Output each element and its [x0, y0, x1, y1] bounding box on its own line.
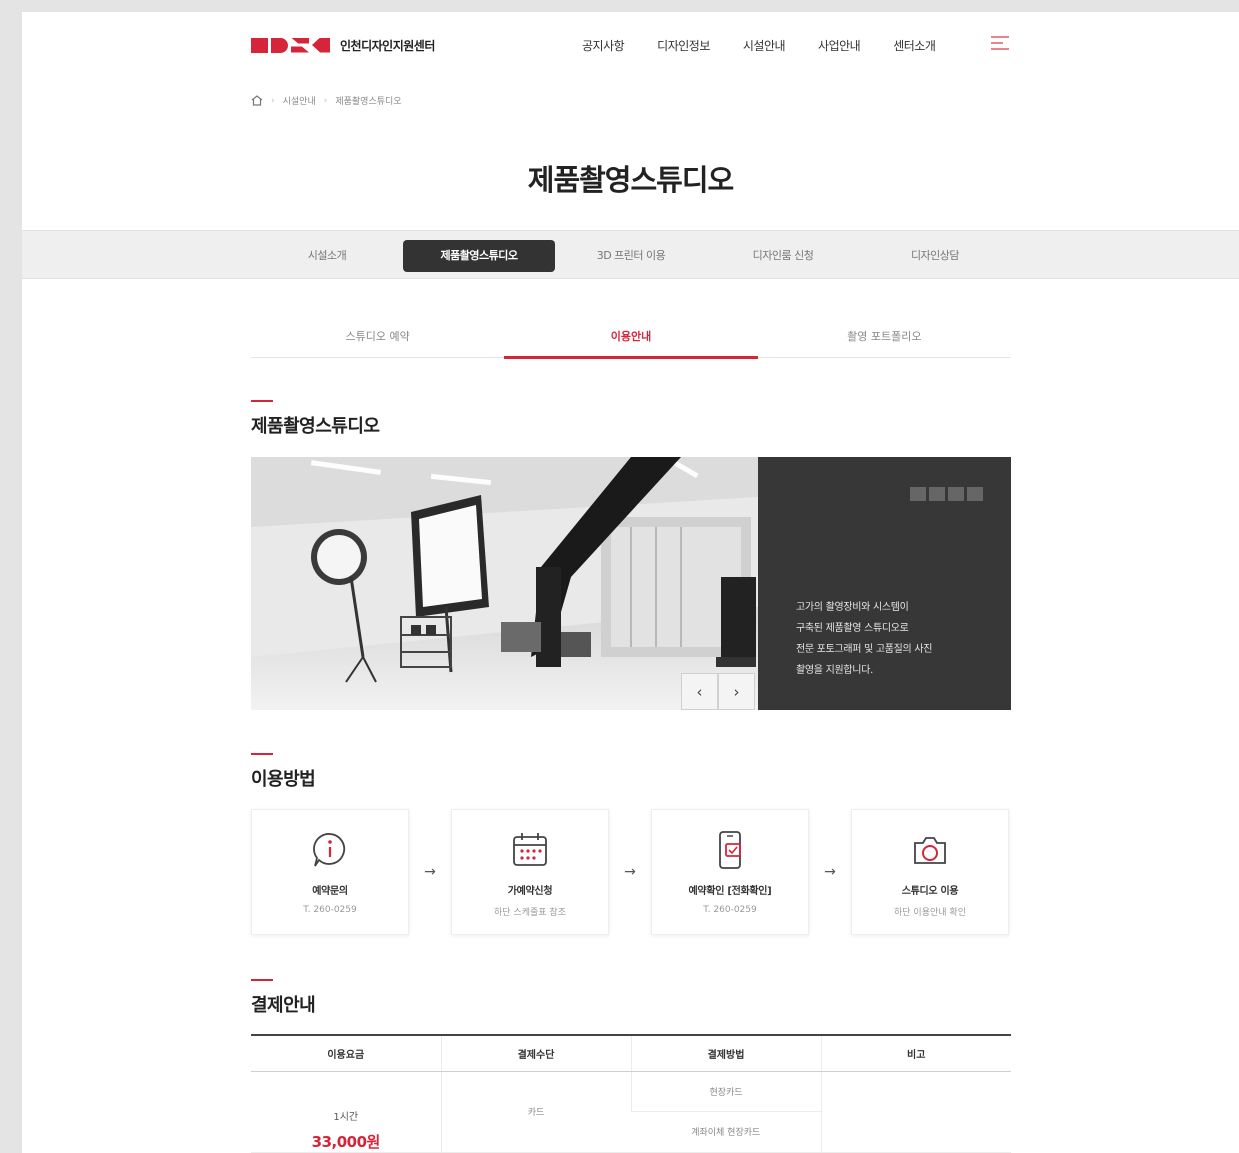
main-nav: 공지사항 디자인정보 시설안내 사업안내 센터소개: [582, 37, 936, 54]
step-desc: 하단 이용안내 확인: [894, 908, 966, 918]
table-header: 이용요금: [251, 1034, 441, 1072]
hamburger-menu-icon[interactable]: [991, 36, 1009, 52]
studio-description-line: 촬영을 지원합니다.: [796, 665, 873, 676]
table-row: 1시간 33,000원 카드 현장카드: [251, 1071, 1011, 1153]
studio-slider: ‹ › 고가의 촬영장비와 시스템이 구축된 제품촬영 스튜디오로 전문 포토그…: [251, 457, 1011, 710]
home-icon[interactable]: [251, 95, 263, 106]
studio-description-line: 구축된 제품촬영 스튜디오로: [796, 623, 909, 634]
camera-icon: [914, 837, 946, 864]
section-title-payment: 결제안내: [251, 979, 1011, 1017]
tab-product-studio[interactable]: 제품촬영스튜디오: [403, 240, 555, 272]
step-title: 가예약신청: [507, 886, 553, 897]
studio-photo: ‹ ›: [251, 457, 758, 710]
breadcrumb-current: 제품촬영스튜디오: [335, 97, 402, 107]
logo-mark: [251, 37, 330, 53]
breadcrumb-separator: ›: [323, 95, 328, 106]
subtab-usage-guide[interactable]: 이용안내: [504, 326, 758, 359]
table-header: 결제수단: [440, 1034, 631, 1072]
slider-next-button[interactable]: ›: [718, 673, 755, 710]
step-card: 예약문의 T. 260-0259: [251, 809, 409, 935]
step-title: 예약확인 [전화확인]: [688, 886, 772, 897]
step-desc: 하단 스케줄표 참조: [494, 908, 566, 918]
slider-prev-button[interactable]: ‹: [681, 673, 718, 710]
nav-item-business[interactable]: 사업안내: [818, 37, 861, 54]
nav-item-design-info[interactable]: 디자인정보: [657, 37, 710, 54]
step-desc: T. 260-0259: [303, 905, 357, 915]
payment-method-cell: 계좌이체 현장카드: [631, 1111, 821, 1153]
fee-cell: 1시간 33,000원: [251, 1071, 441, 1153]
breadcrumb: › 시설안내 › 제품촬영스튜디오: [251, 94, 1011, 107]
info-chat-icon: [313, 833, 346, 867]
nav-item-facilities[interactable]: 시설안내: [743, 37, 786, 54]
step-card: 가예약신청 하단 스케줄표 참조: [451, 809, 609, 935]
table-header: 비고: [820, 1034, 1011, 1072]
sub-tabs: 스튜디오 예약 이용안내 촬영 포트폴리오: [251, 326, 1011, 359]
studio-info-panel: 고가의 촬영장비와 시스템이 구축된 제품촬영 스튜디오로 전문 포토그래퍼 및…: [758, 457, 1011, 710]
payment-means-cell: 카드: [440, 1071, 631, 1153]
breadcrumb-separator: ›: [271, 95, 275, 106]
page-title: 제품촬영스튜디오: [527, 163, 734, 197]
payment-table: 이용요금 결제수단 결제방법 비고 1시간 33,000원 카드 현장카드 계좌…: [251, 1034, 1011, 1153]
studio-description: 고가의 촬영장비와 시스템이 구축된 제품촬영 스튜디오로 전문 포토그래퍼 및…: [796, 597, 986, 681]
step-title: 스튜디오 이용: [901, 886, 959, 897]
site-header: 인천디자인지원센터 공지사항 디자인정보 시설안내 사업안내 센터소개: [251, 32, 1011, 58]
step-title: 예약문의: [312, 886, 348, 897]
mobile-check-icon: [719, 831, 741, 869]
studio-description-line: 전문 포토그래퍼 및 고품질의 사진: [796, 644, 933, 655]
nav-item-about[interactable]: 센터소개: [893, 37, 936, 54]
calendar-icon: [513, 833, 547, 866]
step-arrow-icon: →: [624, 864, 636, 880]
step-desc: T. 260-0259: [703, 905, 757, 915]
payment-method-cell: 현장카드: [630, 1071, 821, 1112]
tab-design-room[interactable]: 디자인룸 신청: [707, 240, 859, 272]
table-header: 결제방법: [630, 1034, 821, 1072]
facility-tab-bar: 시설소개 제품촬영스튜디오 3D 프린터 이용 디자인룸 신청 디자인상담: [22, 230, 1239, 279]
breadcrumb-item[interactable]: 시설안내: [283, 94, 316, 107]
step-arrow-icon: →: [824, 864, 836, 880]
tab-3d-printer[interactable]: 3D 프린터 이용: [555, 240, 707, 272]
remarks-cell: [820, 1071, 1011, 1153]
step-card: 예약확인 [전화확인] T. 260-0259: [651, 809, 809, 935]
site-logo[interactable]: 인천디자인지원센터: [251, 37, 435, 54]
subtab-reservation[interactable]: 스튜디오 예약: [251, 326, 504, 357]
nav-item-notice[interactable]: 공지사항: [582, 37, 625, 54]
page: 인천디자인지원센터 공지사항 디자인정보 시설안내 사업안내 센터소개 › 시설…: [22, 12, 1239, 1153]
studio-description-line: 고가의 촬영장비와 시스템이: [796, 602, 909, 613]
fee-duration: 1시간: [333, 1111, 359, 1123]
step-card: 스튜디오 이용 하단 이용안내 확인: [851, 809, 1009, 935]
usage-steps: 예약문의 T. 260-0259 → 가예약신청 하단 스케줄표 참조 → 예약…: [251, 809, 1011, 935]
section-title-studio: 제품촬영스튜디오: [251, 400, 1011, 438]
slider-arrows: ‹ ›: [681, 673, 755, 710]
panel-logo: [910, 487, 983, 501]
step-arrow-icon: →: [424, 864, 436, 880]
tab-facility-intro[interactable]: 시설소개: [251, 240, 403, 272]
subtab-portfolio[interactable]: 촬영 포트폴리오: [758, 326, 1011, 357]
section-title-usage: 이용방법: [251, 753, 1011, 791]
tab-design-consult[interactable]: 디자인상담: [859, 240, 1011, 272]
logo-text: 인천디자인지원센터: [340, 38, 435, 53]
fee-price: 33,000원: [311, 1132, 381, 1151]
